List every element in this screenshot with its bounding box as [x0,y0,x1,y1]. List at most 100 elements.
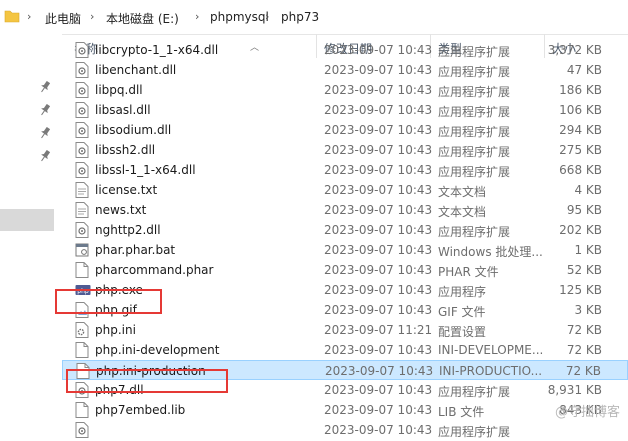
file-date: 2023-09-07 10:43 [324,103,433,117]
file-name: php.gif [95,303,137,317]
file-name: nghttp2.dll [95,223,161,237]
file-date: 2023-09-07 10:43 [324,263,433,277]
file-date: 2023-09-07 10:43 [324,43,433,57]
file-row[interactable]: libssh2.dll 2023-09-07 10:43 应用程序扩展 275 KB [62,140,628,160]
file-date: 2023-09-07 10:43 [324,163,433,177]
file-date: 2023-09-07 10:43 [324,183,433,197]
file-date: 2023-09-07 10:43 [324,403,433,417]
dll-icon [75,82,89,98]
file-date: 2023-09-07 10:43 [324,423,433,437]
file-size: 125 KB [559,283,602,297]
file-name: libpq.dll [95,83,143,97]
file-size: 4 KB [574,183,602,197]
file-date: 2023-09-07 10:43 [324,63,433,77]
dll-icon [75,222,89,238]
blank-file-icon [76,363,90,379]
file-size: 3,372 KB [547,43,602,57]
dll-icon [75,42,89,58]
php-exe-icon: php [75,282,91,298]
file-date: 2023-09-07 11:21 [324,323,433,337]
file-row[interactable]: php php.exe 2023-09-07 10:43 应用程序 125 KB [62,280,628,300]
config-file-icon [75,322,89,338]
file-list: libcrypto-1_1-x64.dll 2023-09-07 10:43 应用程… [0,42,628,440]
file-row[interactable]: pharcommand.phar 2023-09-07 10:43 PHAR 文件 5… [62,260,628,280]
file-date: 2023-09-07 10:43 [324,143,433,157]
file-size: 47 KB [566,63,602,77]
file-row-selected[interactable]: php.ini-production 2023-09-07 10:43 INI-PR… [62,360,628,380]
file-date: 2023-09-07 10:43 [324,123,433,137]
file-row[interactable]: libcrypto-1_1-x64.dll 2023-09-07 10:43 应用程… [62,40,628,60]
file-row[interactable]: php7embed.lib 2023-09-07 10:43 LIB 文件 843 K… [62,400,628,420]
file-row[interactable]: libsodium.dll 2023-09-07 10:43 应用程序扩展 294 K… [62,120,628,140]
file-row[interactable]: php.ini-development 2023-09-07 10:43 INI-D… [62,340,628,360]
file-row[interactable]: libsasl.dll 2023-09-07 10:43 应用程序扩展 106 KB [62,100,628,120]
file-type: 应用程序 [438,285,487,299]
image-file-icon [75,302,89,318]
file-row[interactable]: libenchant.dll 2023-09-07 10:43 应用程序扩展 47 K… [62,60,628,80]
breadcrumb-separator: › [27,10,32,23]
blank-file-icon [75,342,89,358]
file-size: 668 KB [559,163,602,177]
file-name: libcrypto-1_1-x64.dll [95,43,219,57]
file-row[interactable]: php.ini 2023-09-07 11:21 配置设置 72 KB [62,320,628,340]
file-type: 应用程序扩展 [438,225,511,239]
file-size: 52 KB [566,263,602,277]
file-date: 2023-09-07 10:43 [324,243,433,257]
file-size: 106 KB [559,103,602,117]
blank-file-icon [75,402,89,418]
file-type: INI-DEVELOPME... [438,343,544,357]
file-type: 文本文档 [438,205,487,219]
file-type: 应用程序扩展 [438,85,511,99]
file-type: PHAR 文件 [438,265,499,279]
file-date: 2023-09-07 10:43 [324,383,433,397]
file-date: 2023-09-07 10:43 [324,283,433,297]
file-row[interactable]: license.txt 2023-09-07 10:43 文本文档 4 KB [62,180,628,200]
file-row[interactable]: 2023-09-07 10:43 应用程序扩展 [62,420,628,440]
file-row[interactable]: libssl-1_1-x64.dll 2023-09-07 10:43 应用程序扩展… [62,160,628,180]
file-type: 配置设置 [438,325,487,339]
file-type: 应用程序扩展 [438,45,511,59]
file-type: INI-PRODUCTIO... [439,364,543,378]
file-date: 2023-09-07 10:43 [324,223,433,237]
breadcrumb-separator: › [195,10,200,23]
dll-icon [75,162,89,178]
file-type: Windows 批处理... [438,245,543,259]
file-row[interactable]: libpq.dll 2023-09-07 10:43 应用程序扩展 186 KB [62,80,628,100]
file-name: php.ini-development [95,343,220,357]
file-size: 72 KB [566,323,602,337]
text-file-icon [75,202,89,218]
dll-icon [75,122,89,138]
file-row[interactable]: news.txt 2023-09-07 10:43 文本文档 95 KB [62,200,628,220]
file-row[interactable]: nghttp2.dll 2023-09-07 10:43 应用程序扩展 202 KB [62,220,628,240]
breadcrumb-local-disk[interactable]: 本地磁盘 (E:) [106,10,179,27]
blank-file-icon [75,262,89,278]
breadcrumb-phpmysql[interactable]: phpmysql [210,10,269,24]
breadcrumb-php73[interactable]: php73 [281,10,319,24]
file-name: pharcommand.phar [95,263,214,277]
file-date: 2023-09-07 10:43 [324,203,433,217]
file-name: php7embed.lib [95,403,186,417]
file-name: libssh2.dll [95,143,156,157]
file-size: 3 KB [574,303,602,317]
file-type: GIF 文件 [438,305,486,319]
file-date: 2023-09-07 10:43 [324,343,433,357]
file-name: license.txt [95,183,158,197]
folder-icon [4,8,20,27]
file-size: 8,931 KB [547,383,602,397]
file-name: php.ini [95,323,136,337]
file-row[interactable]: phar.phar.bat 2023-09-07 10:43 Windows 批处理… [62,240,628,260]
file-name: news.txt [95,203,147,217]
breadcrumb-separator: › [265,10,270,23]
file-type: 文本文档 [438,185,487,199]
dll-icon [75,142,89,158]
file-row[interactable]: php.gif 2023-09-07 10:43 GIF 文件 3 KB [62,300,628,320]
dll-icon [75,102,89,118]
file-type: 应用程序扩展 [438,145,511,159]
address-bar[interactable]: › 此电脑 › 本地磁盘 (E:) › phpmysql › php73 [0,0,628,35]
file-date: 2023-09-07 10:43 [325,364,434,378]
watermark: @守拙博客 [554,405,620,420]
file-size: 294 KB [559,123,602,137]
file-row[interactable]: php7.dll 2023-09-07 10:43 应用程序扩展 8,931 KB [62,380,628,400]
breadcrumb-this-pc[interactable]: 此电脑 [45,10,81,27]
file-name: libssl-1_1-x64.dll [95,163,196,177]
